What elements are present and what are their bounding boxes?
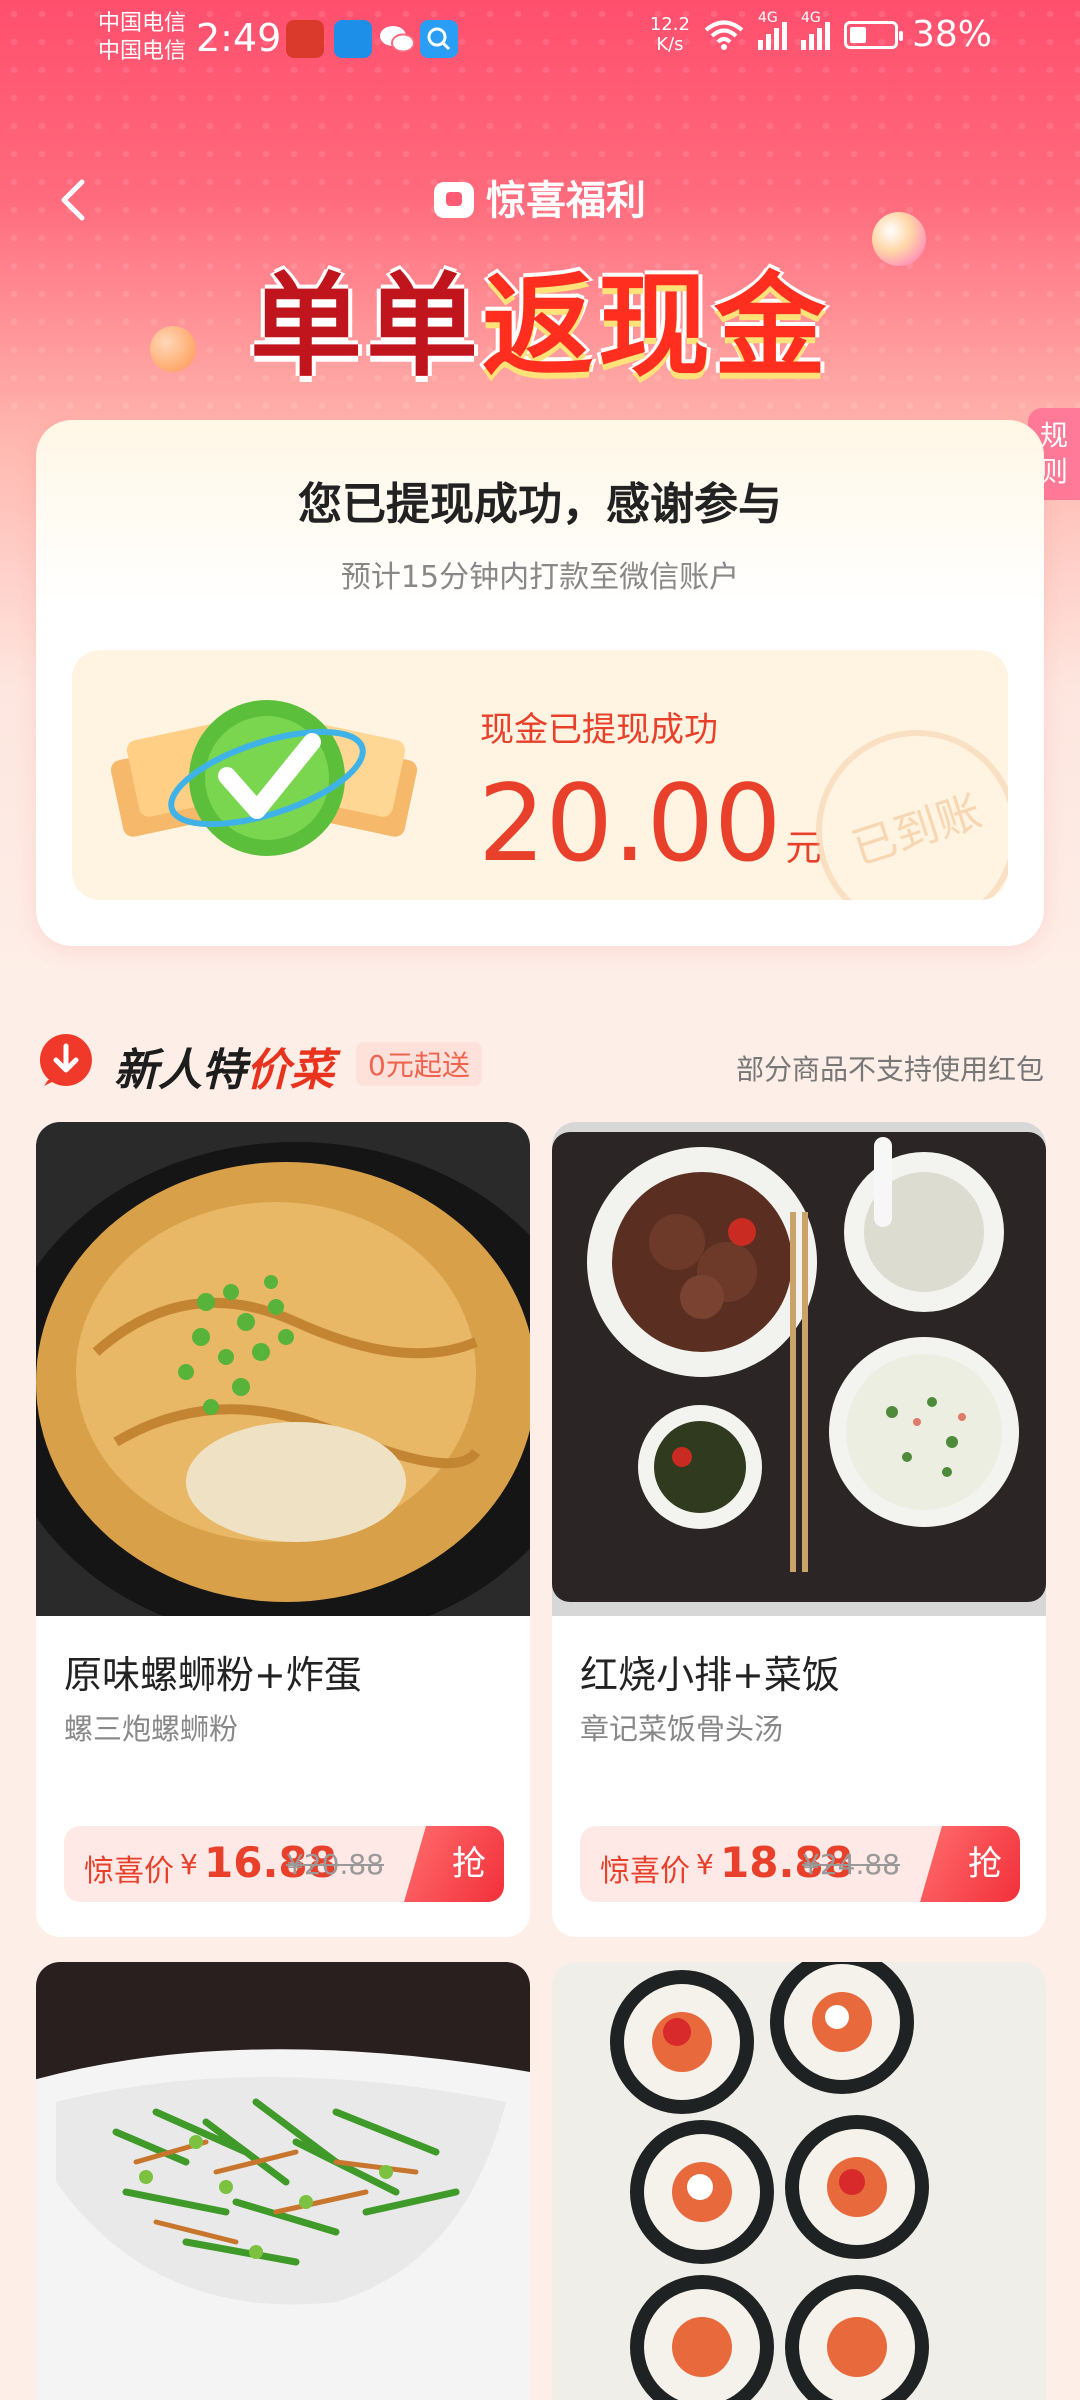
check-money-icon [110, 700, 418, 856]
shop-name: 螺三炮螺蛳粉 [64, 1712, 239, 1746]
price-label: 惊喜价 [600, 1854, 690, 1889]
price-bar[interactable]: 惊喜价 ¥ 16.88 ¥20.88 抢 [64, 1826, 504, 1902]
product-card[interactable] [36, 1962, 530, 2400]
card-title: 您已提现成功，感谢参与 [298, 479, 782, 530]
product-name: 原味螺蛳粉+炸蛋 [64, 1653, 362, 1697]
received-stamp: 已到账 [789, 703, 1008, 900]
battery-percent: 38% [911, 14, 992, 55]
withdraw-success-card: 您已提现成功，感谢参与 预计15分钟内打款至微信账户 现金已提现成功 20.00… [36, 420, 1044, 946]
notification-app-icon-1 [286, 20, 324, 58]
cash-label: 现金已提现成功 [480, 710, 718, 750]
product-card[interactable] [552, 1962, 1046, 2400]
status-bar: 中国电信 中国电信 2:49 12.2 K/s 4G 4G 38% [0, 0, 1080, 80]
product-card[interactable]: 红烧小排+菜饭 章记菜饭骨头汤 惊喜价 ¥ 18.88 ¥24.88 抢 [552, 1122, 1046, 1937]
currency-symbol: ¥ [696, 1848, 714, 1881]
carrier-label: 中国电信 中国电信 [98, 10, 186, 66]
original-price: ¥20.88 [286, 1848, 384, 1881]
wechat-icon [378, 20, 416, 58]
gift-bag-icon [434, 182, 474, 218]
product-card[interactable]: 原味螺蛳粉+炸蛋 螺三炮螺蛳粉 惊喜价 ¥ 16.88 ¥20.88 抢 [36, 1122, 530, 1937]
section-header: 新人特价菜 0元起送 部分商品不支持使用红包 [38, 1030, 1044, 1096]
product-image-snail-noodles [36, 1122, 530, 1616]
currency-symbol: ¥ [180, 1848, 198, 1881]
free-delivery-badge: 0元起送 [356, 1042, 482, 1086]
card-subtitle: 预计15分钟内打款至微信账户 [340, 560, 740, 595]
product-image-braised-ribs [552, 1122, 1046, 1616]
wifi-icon [704, 20, 744, 50]
notification-app-icon-2 [334, 20, 372, 58]
product-name: 红烧小排+菜饭 [580, 1653, 840, 1697]
search-app-icon [420, 20, 458, 58]
product-image-sushi [552, 1962, 1046, 2400]
grab-button[interactable]: 抢 [404, 1826, 504, 1902]
shop-name: 章记菜饭骨头汤 [580, 1712, 784, 1746]
discount-tag-icon [39, 1034, 92, 1086]
price-label: 惊喜价 [84, 1854, 174, 1889]
original-price: ¥24.88 [802, 1848, 900, 1881]
signal-icon-2: 4G [800, 10, 830, 50]
cash-amount: 20.00 元 [478, 762, 822, 885]
headline-part2: 返现金 [482, 262, 830, 392]
product-image-stir-fry [36, 1962, 530, 2400]
headline-part1: 单单 [250, 262, 482, 392]
signal-icon-1: 4G [757, 10, 787, 50]
price-bar[interactable]: 惊喜价 ¥ 18.88 ¥24.88 抢 [580, 1826, 1020, 1902]
status-time: 2:49 [196, 16, 282, 60]
brand-title: 惊喜福利 [0, 168, 1080, 226]
net-speed: 12.2 K/s [649, 13, 690, 55]
carrier-2: 中国电信 [98, 39, 187, 64]
battery-icon [843, 20, 903, 49]
grab-button[interactable]: 抢 [920, 1826, 1020, 1902]
carrier-1: 中国电信 [98, 11, 187, 36]
headline-banner: 单单返现金 [0, 236, 1080, 398]
cash-box: 现金已提现成功 20.00 元 已到账 [72, 650, 1008, 900]
status-right: 12.2 K/s 4G 4G 38% [649, 10, 992, 56]
section-title: 新人特价菜 [114, 1045, 334, 1096]
section-note: 部分商品不支持使用红包 [735, 1053, 1044, 1086]
